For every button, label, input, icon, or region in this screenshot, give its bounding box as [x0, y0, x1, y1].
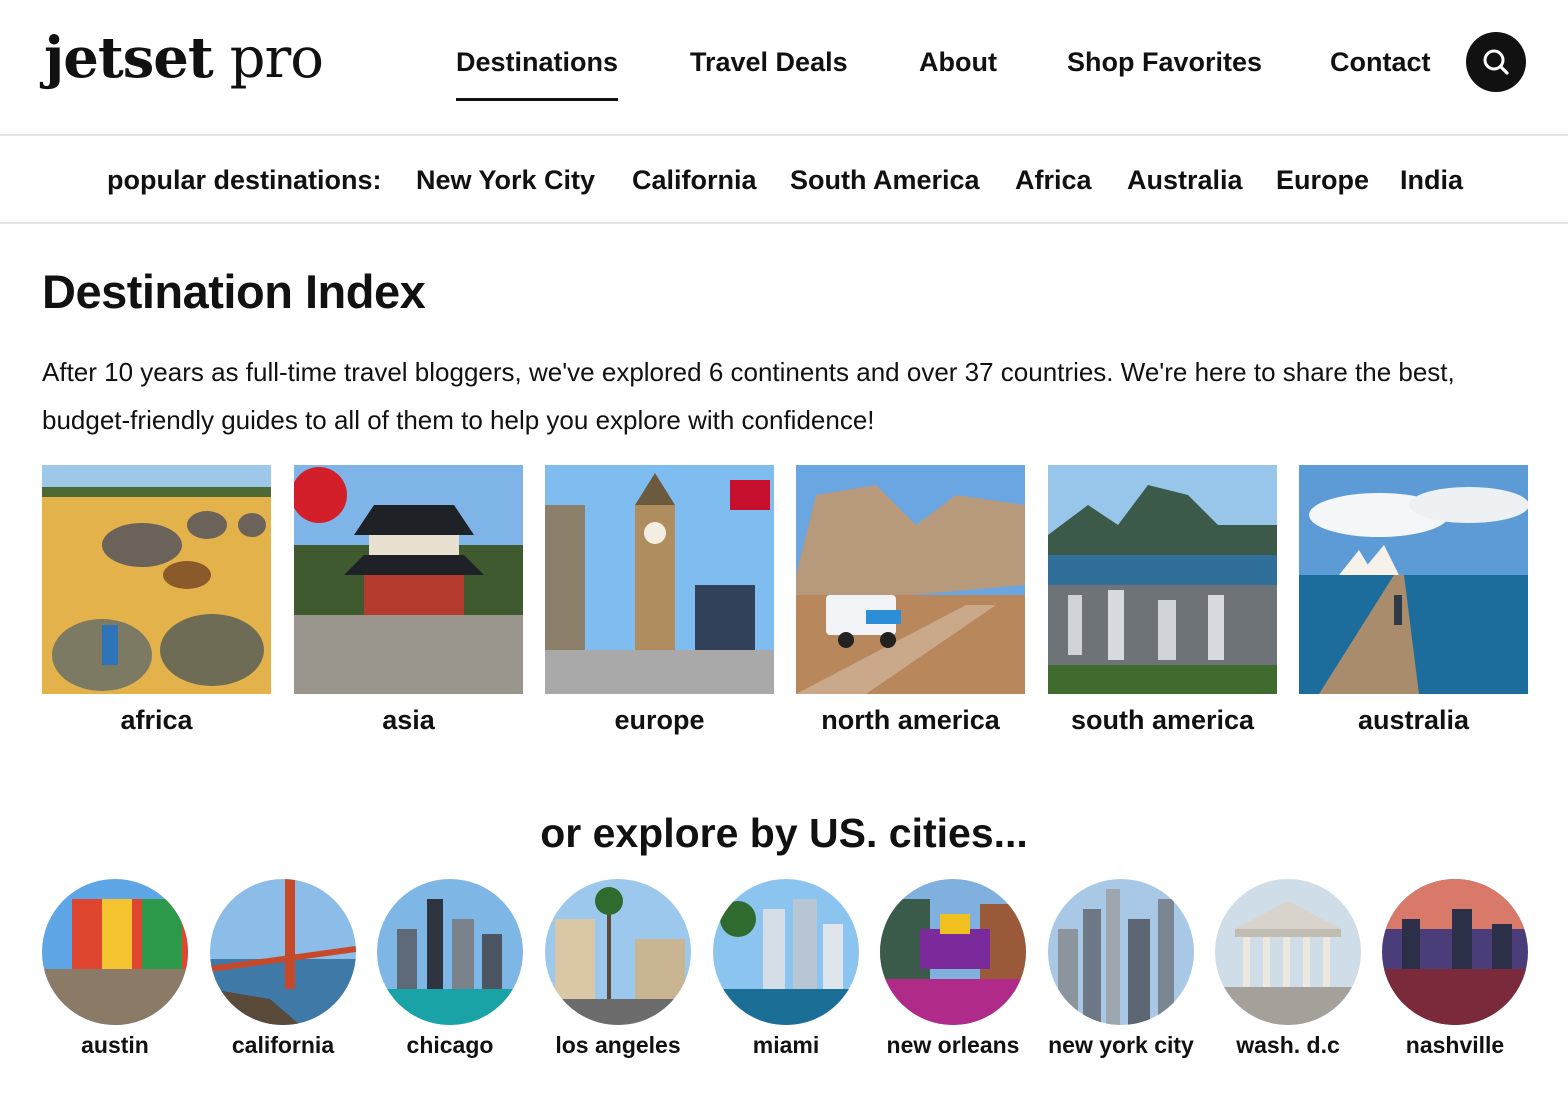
site-logo[interactable]: jetset pro [44, 22, 324, 95]
nav-shop-favorites[interactable]: Shop Favorites [1067, 40, 1262, 84]
cities-section-title: or explore by US. cities... [540, 810, 1028, 856]
city-card-california[interactable]: california [210, 879, 356, 1059]
city-label: wash. d.c [1236, 1032, 1340, 1058]
continent-label: north america [821, 705, 1000, 735]
popular-link-california[interactable]: California [632, 162, 757, 198]
chicago-photo [377, 879, 523, 1025]
los-angeles-photo [545, 879, 691, 1025]
austin-photo [42, 879, 188, 1025]
washington-dc-photo [1215, 879, 1361, 1025]
popular-label: popular destinations: [107, 165, 382, 195]
city-label: chicago [406, 1032, 494, 1058]
city-label: los angeles [555, 1032, 681, 1058]
city-label: nashville [1405, 1032, 1505, 1058]
popular-link-south-america[interactable]: South America [790, 162, 980, 198]
nav-travel-deals[interactable]: Travel Deals [690, 40, 848, 84]
continent-card-south-america[interactable]: south america [1048, 465, 1277, 738]
search-icon [1483, 49, 1509, 75]
popular-link-europe[interactable]: Europe [1276, 162, 1369, 198]
miami-photo [713, 879, 859, 1025]
page-title: Destination Index [42, 265, 426, 318]
continent-label: australia [1357, 705, 1470, 735]
city-card-new-orleans[interactable]: new orleans [880, 879, 1026, 1059]
intro-paragraph: After 10 years as full-time travel blogg… [42, 357, 1455, 435]
city-card-los-angeles[interactable]: los angeles [545, 879, 691, 1059]
city-card-new-york-city[interactable]: new york city [1048, 879, 1194, 1059]
logo-word-pro: pro [229, 26, 324, 91]
popular-destinations-bar: popular destinations: New York City Cali… [0, 138, 1568, 224]
city-label: miami [752, 1032, 820, 1058]
continent-card-africa[interactable]: africa [42, 465, 271, 738]
city-label: new orleans [886, 1032, 1020, 1058]
popular-link-new-york-city[interactable]: New York City [416, 162, 595, 198]
continent-card-asia[interactable]: asia [294, 465, 523, 738]
continent-label: africa [120, 705, 193, 735]
north-america-photo [796, 465, 1025, 694]
popular-link-india[interactable]: India [1400, 162, 1463, 198]
popular-link-africa[interactable]: Africa [1015, 162, 1092, 198]
logo-word-jetset: jetset [44, 25, 214, 91]
city-card-nashville[interactable]: nashville [1382, 879, 1528, 1059]
city-label: new york city [1048, 1032, 1194, 1058]
africa-photo [42, 465, 271, 694]
popular-link-australia[interactable]: Australia [1127, 162, 1243, 198]
continent-card-australia[interactable]: australia [1299, 465, 1528, 738]
continent-label: south america [1070, 705, 1255, 735]
city-card-miami[interactable]: miami [713, 879, 859, 1059]
search-button[interactable] [1466, 32, 1526, 92]
city-label: california [231, 1032, 335, 1058]
continent-card-europe[interactable]: europe [545, 465, 774, 738]
city-card-wash-dc[interactable]: wash. d.c [1215, 879, 1361, 1059]
site-header: jetset pro Destinations Travel Deals Abo… [0, 0, 1568, 136]
australia-photo [1299, 465, 1528, 694]
city-label: austin [81, 1032, 149, 1058]
continent-label: europe [614, 705, 705, 735]
city-card-chicago[interactable]: chicago [377, 879, 523, 1059]
nav-about[interactable]: About [919, 40, 997, 84]
new-orleans-photo [880, 879, 1026, 1025]
nashville-photo [1382, 879, 1528, 1025]
nav-destinations[interactable]: Destinations [456, 40, 619, 101]
nav-contact[interactable]: Contact [1330, 40, 1431, 84]
asia-photo [294, 465, 523, 694]
continent-card-north-america[interactable]: north america [796, 465, 1025, 738]
city-card-austin[interactable]: austin [42, 879, 188, 1059]
california-photo [210, 879, 356, 1025]
continent-label: asia [382, 705, 435, 735]
new-york-city-photo [1048, 879, 1194, 1025]
south-america-photo [1048, 465, 1277, 694]
europe-photo [545, 465, 774, 694]
